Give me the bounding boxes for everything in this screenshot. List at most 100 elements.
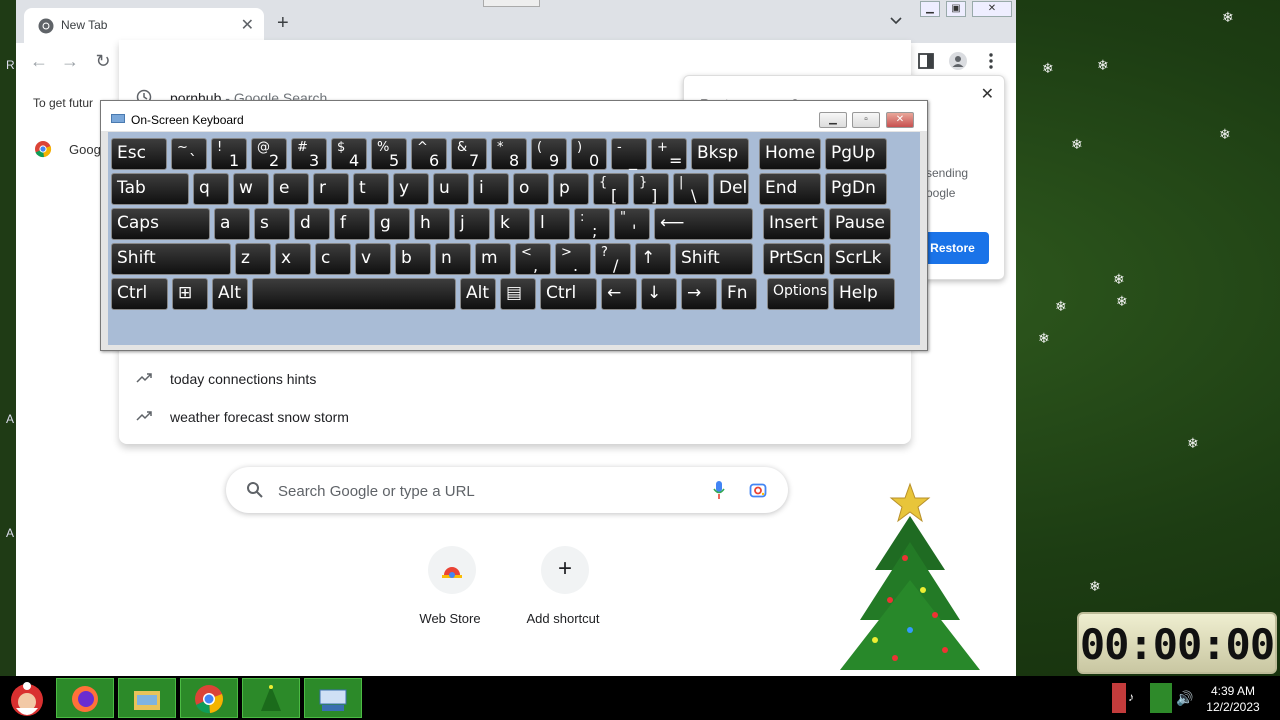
key[interactable]: Options	[767, 278, 829, 310]
key[interactable]: PgDn	[825, 173, 887, 205]
key[interactable]: Ctrl	[111, 278, 168, 310]
key[interactable]: #3	[291, 138, 327, 170]
key[interactable]: $4	[331, 138, 367, 170]
key[interactable]: m	[475, 243, 511, 275]
suggestion-item[interactable]: weather forecast snow storm	[119, 398, 911, 436]
key[interactable]: Shift	[111, 243, 231, 275]
new-tab-button[interactable]: +	[277, 13, 289, 33]
key[interactable]: (9	[531, 138, 567, 170]
taskbar-firefox[interactable]	[56, 678, 114, 718]
key[interactable]: " '	[614, 208, 650, 240]
key[interactable]: ScrLk	[829, 243, 891, 275]
tray-music-icon[interactable]: ♪	[1128, 690, 1134, 704]
key[interactable]: Pause	[829, 208, 891, 240]
maximize-button[interactable]: ▫	[852, 112, 880, 128]
key[interactable]: Help	[833, 278, 895, 310]
key[interactable]: f	[334, 208, 370, 240]
key[interactable]: Alt	[460, 278, 496, 310]
close-window-button[interactable]: ✕	[972, 1, 1012, 17]
key[interactable]: & 7	[451, 138, 487, 170]
key[interactable]: PrtScn	[763, 243, 825, 275]
taskbar-file-explorer[interactable]	[118, 678, 176, 718]
key[interactable]: % 5	[371, 138, 407, 170]
microphone-icon[interactable]	[712, 480, 726, 500]
tray-time[interactable]: 4:39 AM	[1200, 684, 1266, 698]
minimize-button[interactable]: ▁	[819, 112, 847, 128]
tray-flag-icon[interactable]	[1112, 683, 1126, 713]
close-icon[interactable]: ✕	[981, 84, 994, 104]
key[interactable]: d	[294, 208, 330, 240]
key[interactable]: j	[454, 208, 490, 240]
chevron-down-icon[interactable]	[889, 14, 903, 28]
key[interactable]: Fn	[721, 278, 757, 310]
key[interactable]: ^ 6	[411, 138, 447, 170]
key[interactable]: Alt	[212, 278, 248, 310]
key[interactable]: a	[214, 208, 250, 240]
key[interactable]: ! 1	[211, 138, 247, 170]
key-space[interactable]	[252, 278, 456, 310]
key[interactable]: ↑	[635, 243, 671, 275]
key[interactable]: PgUp	[825, 138, 887, 170]
key[interactable]: ) 0	[571, 138, 607, 170]
key[interactable]: | \	[673, 173, 709, 205]
key[interactable]: * 8	[491, 138, 527, 170]
key[interactable]: <,	[515, 243, 551, 275]
key[interactable]: >.	[555, 243, 591, 275]
key[interactable]: x	[275, 243, 311, 275]
key[interactable]: u	[433, 173, 469, 205]
key[interactable]: o	[513, 173, 549, 205]
taskbar-tree-gadget[interactable]	[242, 678, 300, 718]
key[interactable]: w	[233, 173, 269, 205]
key[interactable]: k	[494, 208, 530, 240]
back-arrow-icon[interactable]: ←	[28, 50, 50, 72]
volume-icon[interactable]: 🔊	[1176, 690, 1193, 707]
tray-network-icon[interactable]	[1150, 683, 1172, 713]
key[interactable]: {[	[593, 173, 629, 205]
key[interactable]: - _	[611, 138, 647, 170]
key[interactable]: q	[193, 173, 229, 205]
profile-icon[interactable]	[948, 51, 968, 71]
santa-start-icon[interactable]	[2, 678, 52, 720]
key[interactable]: r	[313, 173, 349, 205]
key[interactable]: Home	[759, 138, 821, 170]
minimize-button[interactable]: ▁	[920, 1, 940, 17]
key[interactable]: i	[473, 173, 509, 205]
side-panel-icon[interactable]	[916, 51, 936, 71]
close-button[interactable]: ✕	[886, 112, 914, 128]
ntp-search-box[interactable]: Search Google or type a URL	[226, 467, 788, 513]
reload-icon[interactable]: ↻	[92, 50, 114, 72]
key[interactable]: :;	[574, 208, 610, 240]
key[interactable]: Esc	[111, 138, 167, 170]
close-icon[interactable]: ✕	[241, 15, 254, 35]
key[interactable]: h	[414, 208, 450, 240]
key[interactable]: ? /	[595, 243, 631, 275]
key[interactable]: ⊞	[172, 278, 208, 310]
key[interactable]: v	[355, 243, 391, 275]
key[interactable]: z	[235, 243, 271, 275]
key[interactable]: l	[534, 208, 570, 240]
key[interactable]: b	[395, 243, 431, 275]
taskbar-chrome[interactable]	[180, 678, 238, 718]
add-shortcut-tile[interactable]: + Add shortcut	[507, 546, 619, 636]
key[interactable]: End	[759, 173, 821, 205]
key[interactable]: p	[553, 173, 589, 205]
key[interactable]: e	[273, 173, 309, 205]
key[interactable]: n	[435, 243, 471, 275]
key[interactable]: ⟵	[654, 208, 753, 240]
key[interactable]: }]	[633, 173, 669, 205]
maximize-button[interactable]: ▣	[946, 1, 966, 17]
key[interactable]: ▤	[500, 278, 536, 310]
web-store-tile[interactable]: Web Store	[394, 546, 506, 636]
osk-titlebar[interactable]: On-Screen Keyboard ▁ ▫ ✕	[101, 101, 927, 131]
key[interactable]: y	[393, 173, 429, 205]
tab-new-tab[interactable]: New Tab ✕	[24, 8, 264, 43]
key[interactable]: Del	[713, 173, 749, 205]
key[interactable]: ~ `	[171, 138, 207, 170]
key[interactable]: + =	[651, 138, 687, 170]
key[interactable]: Tab	[111, 173, 189, 205]
key[interactable]: c	[315, 243, 351, 275]
key[interactable]: Ctrl	[540, 278, 597, 310]
taskbar-on-screen-keyboard[interactable]	[304, 678, 362, 718]
key[interactable]: t	[353, 173, 389, 205]
key[interactable]: g	[374, 208, 410, 240]
